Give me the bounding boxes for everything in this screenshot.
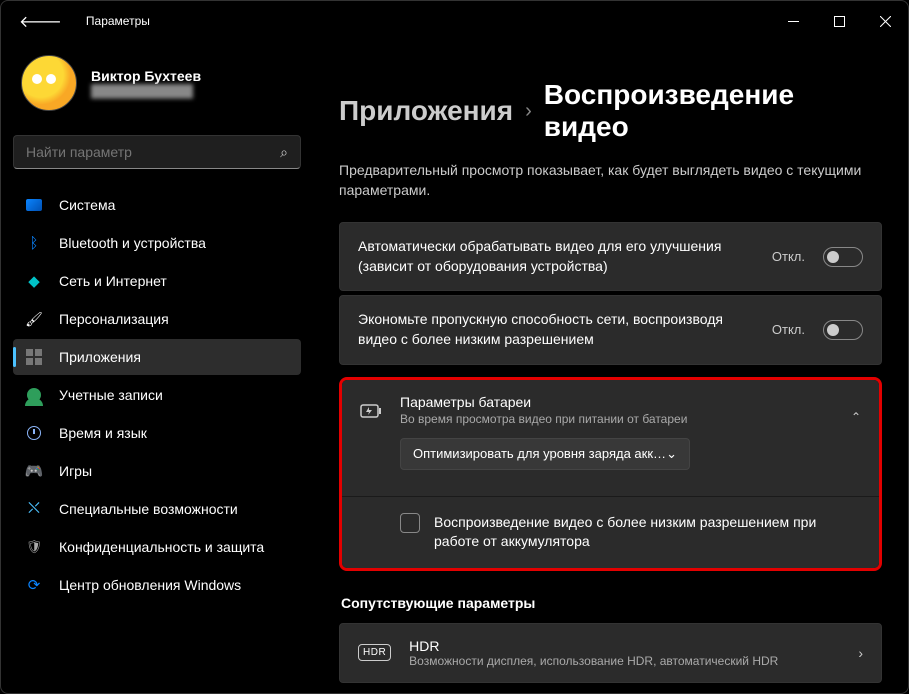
- page-description: Предварительный просмотр показывает, как…: [339, 161, 882, 200]
- toggle-auto-enhance[interactable]: [823, 247, 863, 267]
- setting-label: Экономьте пропускную способность сети, в…: [358, 310, 754, 349]
- battery-options-group: Параметры батареи Во время просмотра вид…: [339, 377, 882, 571]
- profile-email: ████████████: [91, 84, 201, 98]
- battery-options-subtitle: Во время просмотра видео при питании от …: [400, 412, 833, 426]
- nav-item-windows-update[interactable]: ⟳Центр обновления Windows: [13, 567, 301, 603]
- toggle-save-bandwidth[interactable]: [823, 320, 863, 340]
- bluetooth-icon: ᛒ: [25, 234, 43, 252]
- main-content: Приложения › Воспроизведение видео Предв…: [313, 41, 908, 693]
- setting-label: Автоматически обрабатывать видео для его…: [358, 237, 754, 276]
- app-title: Параметры: [86, 14, 150, 28]
- profile-block[interactable]: Виктор Бухтеев ████████████: [13, 41, 301, 127]
- chevron-right-icon: ›: [525, 100, 532, 123]
- nav-item-accessibility[interactable]: ⛌Специальные возможности: [13, 491, 301, 527]
- related-hdr-link[interactable]: HDR HDR Возможности дисплея, использован…: [339, 623, 882, 683]
- profile-name: Виктор Бухтеев: [91, 68, 201, 84]
- avatar: [21, 55, 77, 111]
- breadcrumb: Приложения › Воспроизведение видео: [339, 79, 882, 143]
- nav-list: Система ᛒBluetooth и устройства ◆Сеть и …: [13, 187, 301, 603]
- minimize-button[interactable]: [770, 1, 816, 41]
- person-icon: [25, 386, 43, 404]
- battery-options-title: Параметры батареи: [400, 394, 833, 410]
- brush-icon: 🖌: [25, 310, 43, 328]
- toggle-state-text: Откл.: [772, 249, 805, 264]
- system-icon: [25, 196, 43, 214]
- setting-save-bandwidth: Экономьте пропускную способность сети, в…: [339, 295, 882, 364]
- setting-auto-enhance: Автоматически обрабатывать видео для его…: [339, 222, 882, 291]
- nav-item-apps[interactable]: Приложения: [13, 339, 301, 375]
- page-title: Воспроизведение видео: [544, 79, 882, 143]
- apps-icon: [25, 348, 43, 366]
- shield-icon: 🛡: [25, 538, 43, 556]
- hdr-subtitle: Возможности дисплея, использование HDR, …: [409, 654, 840, 668]
- battery-optimize-dropdown[interactable]: Оптимизировать для уровня заряда акк… ⌄: [400, 438, 690, 470]
- nav-item-privacy[interactable]: 🛡Конфиденциальность и защита: [13, 529, 301, 565]
- sync-icon: ⟳: [25, 576, 43, 594]
- close-button[interactable]: [862, 1, 908, 41]
- chevron-down-icon: ⌄: [666, 446, 677, 462]
- nav-item-accounts[interactable]: Учетные записи: [13, 377, 301, 413]
- accessibility-icon: ⛌: [25, 500, 43, 518]
- nav-item-gaming[interactable]: 🎮Игры: [13, 453, 301, 489]
- search-input[interactable]: [26, 144, 280, 160]
- window-controls: [770, 1, 908, 41]
- nav-item-network[interactable]: ◆Сеть и Интернет: [13, 263, 301, 299]
- battery-options-header[interactable]: Параметры батареи Во время просмотра вид…: [342, 380, 879, 476]
- battery-low-res-row: Воспроизведение видео с более низким раз…: [342, 496, 879, 568]
- wifi-icon: ◆: [25, 272, 43, 290]
- battery-icon: [360, 394, 382, 418]
- hdr-title: HDR: [409, 638, 840, 654]
- back-button[interactable]: 🡐: [19, 11, 62, 32]
- sidebar: Виктор Бухтеев ████████████ ⌕ Система ᛒB…: [1, 41, 313, 693]
- clock-icon: [25, 424, 43, 442]
- nav-item-bluetooth[interactable]: ᛒBluetooth и устройства: [13, 225, 301, 261]
- related-settings-heading: Сопутствующие параметры: [341, 595, 882, 611]
- search-icon: ⌕: [280, 144, 288, 161]
- chevron-right-icon: ›: [858, 645, 863, 661]
- maximize-button[interactable]: [816, 1, 862, 41]
- titlebar: 🡐 Параметры: [1, 1, 908, 41]
- checkbox-low-res-on-battery[interactable]: [400, 513, 420, 533]
- dropdown-value: Оптимизировать для уровня заряда акк…: [413, 446, 666, 461]
- nav-item-time-language[interactable]: Время и язык: [13, 415, 301, 451]
- search-box[interactable]: ⌕: [13, 135, 301, 169]
- chevron-up-icon[interactable]: ⌃: [851, 394, 861, 424]
- checkbox-label: Воспроизведение видео с более низким раз…: [434, 513, 861, 552]
- breadcrumb-parent[interactable]: Приложения: [339, 95, 513, 127]
- hdr-badge-icon: HDR: [358, 644, 391, 661]
- toggle-state-text: Откл.: [772, 322, 805, 337]
- nav-item-system[interactable]: Система: [13, 187, 301, 223]
- gamepad-icon: 🎮: [25, 462, 43, 480]
- nav-item-personalization[interactable]: 🖌Персонализация: [13, 301, 301, 337]
